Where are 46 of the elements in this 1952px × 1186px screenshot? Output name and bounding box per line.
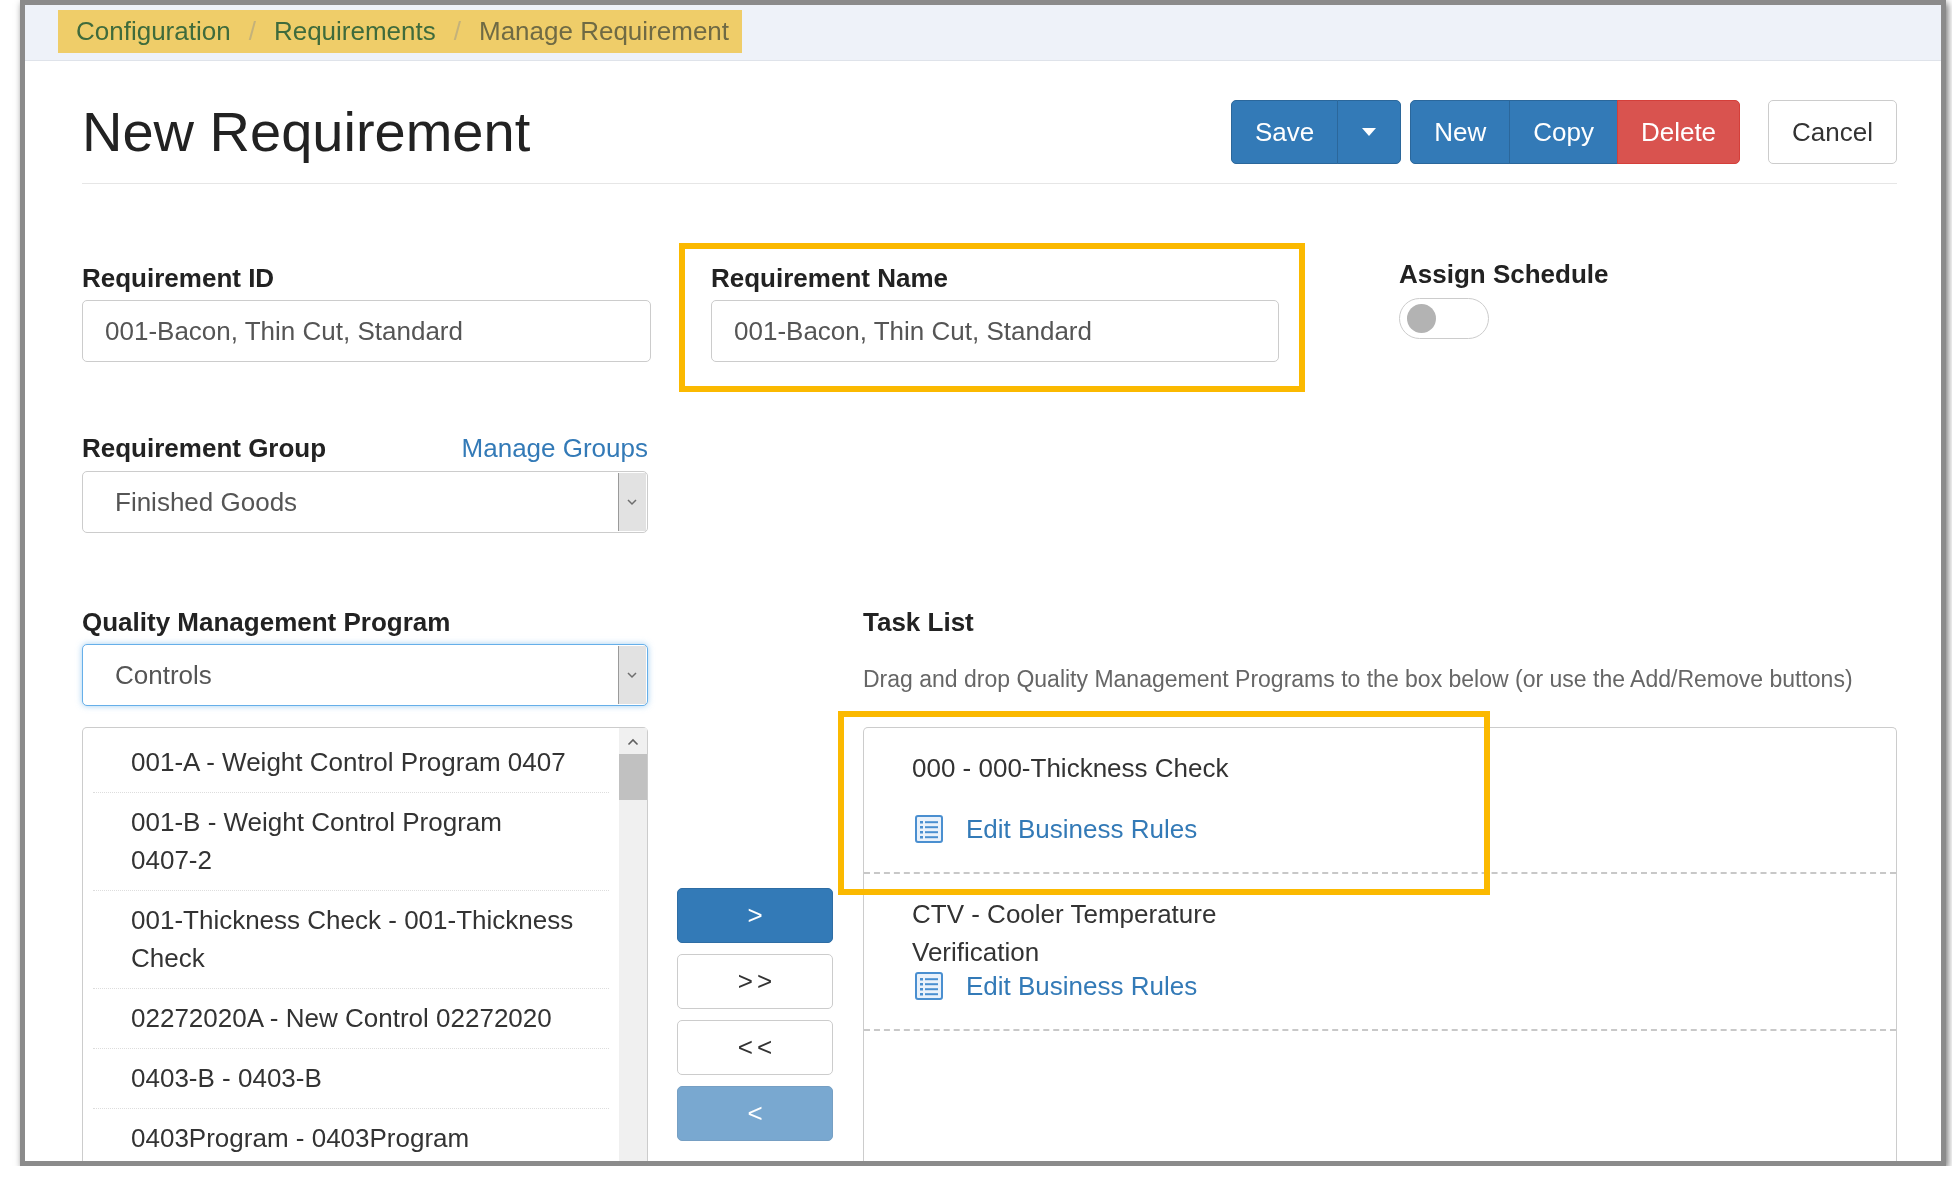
requirement-name-input[interactable]: 001-Bacon, Thin Cut, Standard bbox=[711, 300, 1279, 362]
breadcrumb-separator: / bbox=[453, 16, 461, 47]
breadcrumb-link[interactable]: Requirements bbox=[273, 16, 436, 47]
manage-groups-link[interactable]: Manage Groups bbox=[461, 433, 648, 463]
edit-rules-link[interactable]: Edit Business Rules bbox=[966, 971, 1198, 1001]
transfer-button[interactable]: > bbox=[677, 888, 833, 943]
breadcrumb-link[interactable]: Configuration bbox=[76, 16, 231, 47]
field-label: Requirement Group bbox=[82, 433, 327, 463]
chevron-up-icon[interactable] bbox=[627, 738, 639, 746]
requirement-group-select[interactable]: Finished Goods bbox=[82, 471, 648, 533]
program-list-item[interactable]: 0403-B - 0403-B bbox=[93, 1049, 609, 1109]
requirement-id-input[interactable]: 001-Bacon, Thin Cut, Standard bbox=[82, 300, 651, 362]
task-title: CTV - Cooler Temperature Verification bbox=[912, 898, 1218, 969]
field-label: Quality Management Program bbox=[82, 607, 452, 637]
list-icon bbox=[915, 815, 943, 843]
program-select[interactable]: Controls bbox=[82, 644, 648, 706]
caret-down-icon bbox=[1362, 128, 1377, 136]
list-icon bbox=[915, 972, 943, 1000]
breadcrumb-separator: / bbox=[248, 16, 256, 47]
field-label: Requirement ID bbox=[82, 263, 276, 293]
toggle-switch[interactable] bbox=[1399, 298, 1489, 339]
task-item[interactable]: CTV - Cooler Temperature Verification Edit Business Rules bbox=[864, 874, 1896, 1031]
task-item[interactable]: 000 - 000-Thickness Check Edit Business Rules bbox=[864, 728, 1896, 874]
program-list-item[interactable]: 0403Program - 0403Program bbox=[93, 1109, 609, 1161]
page-title: New Requirement bbox=[82, 100, 531, 164]
program-list-item[interactable]: 001-A - Weight Control Program 0407 bbox=[93, 733, 609, 793]
toolbar-button[interactable]: Delete bbox=[1616, 100, 1741, 164]
task-list-hint: Drag and drop Quality Management Programs to the box below (or use the Add/Remove buttons) bbox=[863, 665, 1854, 694]
toolbar-button[interactable]: Copy bbox=[1509, 100, 1618, 164]
toolbar-button[interactable]: New bbox=[1410, 100, 1511, 164]
dropdown-toggle-button[interactable] bbox=[1337, 100, 1402, 164]
program-list-item[interactable]: 02272020A - New Control 02272020 bbox=[93, 989, 609, 1049]
field-label: Task List bbox=[863, 607, 975, 637]
edit-rules-link[interactable]: Edit Business Rules bbox=[966, 814, 1198, 844]
transfer-button[interactable]: << bbox=[677, 1020, 833, 1075]
scrollbar[interactable] bbox=[619, 728, 647, 1161]
program-list-item[interactable]: 001-Thickness Check - 001-Thickness Check bbox=[93, 891, 609, 989]
toolbar-button[interactable]: Cancel bbox=[1768, 100, 1897, 164]
program-list-item[interactable]: 001-B - Weight Control Program 0407-2 bbox=[93, 793, 609, 891]
task-title: 000 - 000-Thickness Check bbox=[912, 752, 1230, 785]
field-label: Requirement Name bbox=[711, 263, 949, 293]
transfer-button[interactable]: >> bbox=[677, 954, 833, 1009]
toolbar-button[interactable]: Save bbox=[1230, 100, 1339, 164]
breadcrumb-link[interactable]: Manage Requirement bbox=[479, 16, 730, 47]
field-label: Assign Schedule bbox=[1399, 259, 1609, 289]
scrollbar-thumb[interactable] bbox=[619, 754, 647, 800]
